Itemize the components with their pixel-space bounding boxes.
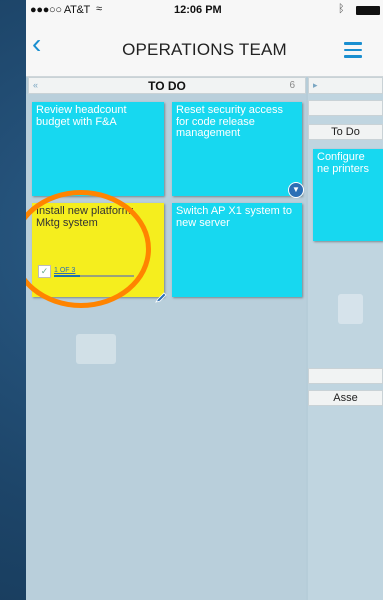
- swimlane-divider: [308, 368, 383, 384]
- card[interactable]: Switch AP X1 system to new server: [172, 203, 302, 297]
- carrier-signal: ●●●○○ AT&T: [30, 4, 90, 16]
- card-title: Configure ne printers: [317, 151, 369, 175]
- card[interactable]: Review headcount budget with F&A: [32, 102, 164, 196]
- bluetooth-icon: ᛒ: [338, 3, 345, 15]
- column-card-count: 6: [289, 80, 295, 91]
- column-title: TO DO: [148, 79, 186, 93]
- expand-column-icon[interactable]: ▸: [313, 80, 318, 91]
- column-header-next[interactable]: ▸: [308, 77, 383, 94]
- card[interactable]: Reset security access for code release m…: [172, 102, 304, 198]
- card-title: Reset security access for code release m…: [176, 104, 283, 139]
- swimlane-label: Asse: [308, 390, 383, 406]
- blocked-indicator-icon[interactable]: ▼: [288, 182, 304, 198]
- battery-icon: [356, 6, 380, 15]
- card-title: Review headcount budget with F&A: [36, 104, 127, 128]
- swimlane-divider: [308, 100, 383, 116]
- card[interactable]: Configure ne printers: [313, 149, 383, 241]
- edit-pencil-icon[interactable]: [155, 291, 167, 303]
- hamburger-menu-icon[interactable]: [344, 42, 362, 62]
- column-header-todo[interactable]: « TO DO 6: [28, 77, 306, 94]
- card-title: Switch AP X1 system to new server: [176, 205, 292, 229]
- wifi-icon: ≈: [96, 3, 103, 15]
- phone-screen: ●●●○○ AT&T ≈ 12:06 PM ᛒ ‹ OPERATIONS TEA…: [26, 0, 383, 600]
- board-texture: [338, 294, 363, 324]
- page-title: OPERATIONS TEAM: [122, 40, 287, 59]
- board-texture: [76, 334, 116, 364]
- status-time: 12:06 PM: [174, 4, 222, 16]
- status-bar: ●●●○○ AT&T ≈ 12:06 PM ᛒ: [26, 0, 383, 20]
- nav-bar: ‹ OPERATIONS TEAM: [26, 20, 383, 77]
- swimlane-label: To Do: [308, 124, 383, 140]
